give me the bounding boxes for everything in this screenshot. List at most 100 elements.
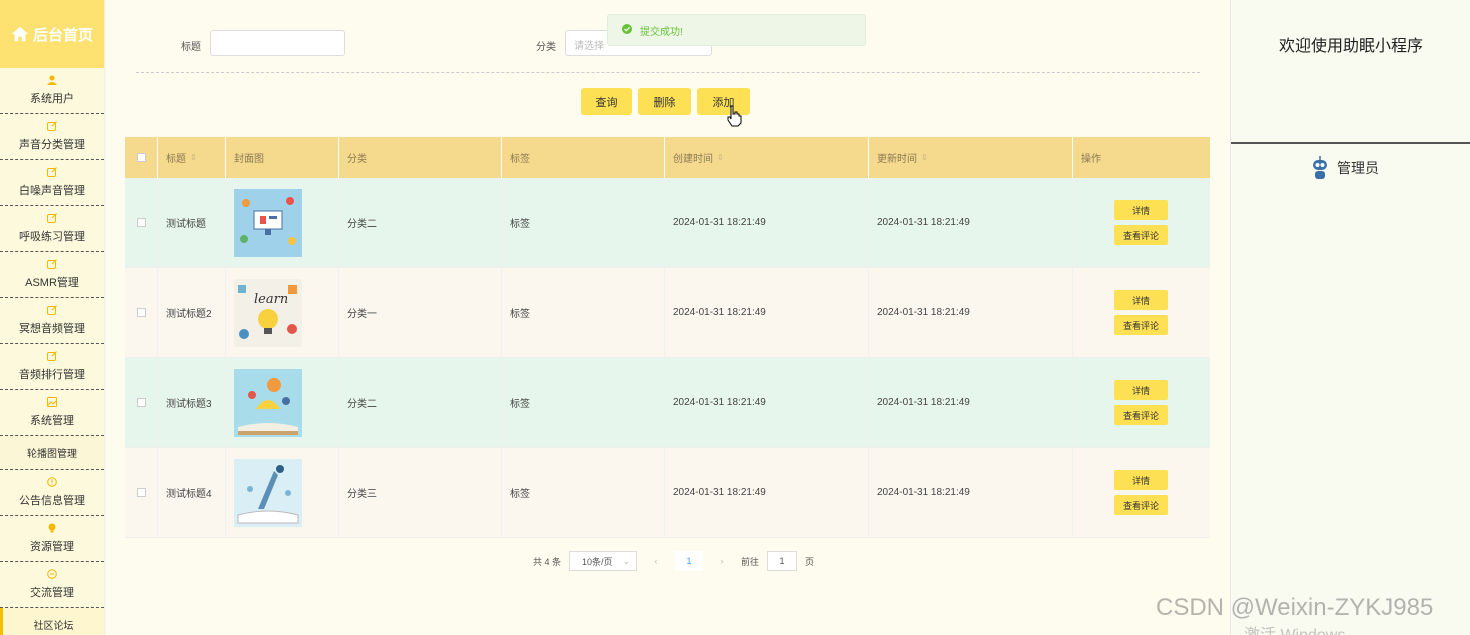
cell-category: 分类二	[339, 178, 502, 267]
sidebar: 后台首页 系统用户 声音分类管理 白噪声音管理 呼吸练习管理 ASMR管理 冥想…	[0, 0, 105, 635]
sidebar-item-users[interactable]: 系统用户	[0, 68, 104, 114]
sidebar-item-label: 资源管理	[30, 541, 74, 553]
sidebar-item-breathing[interactable]: 呼吸练习管理	[0, 206, 104, 252]
view-comments-button[interactable]: 查看评论	[1114, 495, 1168, 515]
sidebar-item-label: 系统用户	[30, 93, 74, 105]
cell-title: 测试标题	[158, 178, 226, 267]
bulb-icon	[47, 523, 57, 533]
detail-button[interactable]: 详情	[1114, 290, 1168, 310]
cover-image: learn	[226, 268, 339, 357]
page-size-select[interactable]: 10条/页 ⌄	[569, 551, 638, 571]
row-checkbox[interactable]	[136, 488, 146, 497]
edit-icon	[47, 351, 57, 361]
header-cover: 封面图	[226, 137, 339, 178]
cell-category: 分类三	[339, 448, 502, 537]
view-comments-button[interactable]: 查看评论	[1114, 315, 1168, 335]
home-link[interactable]: 后台首页	[0, 0, 104, 68]
cell-created: 2024-01-31 18:21:49	[665, 268, 869, 357]
chevron-left-icon: ‹	[654, 556, 658, 566]
sidebar-item-label: 呼吸练习管理	[19, 231, 85, 243]
sidebar-item-meditation[interactable]: 冥想音频管理	[0, 298, 104, 344]
sort-icon[interactable]: ⇕	[190, 153, 197, 162]
sidebar-subitem-carousel[interactable]: 轮播图管理	[0, 436, 104, 470]
sort-icon[interactable]: ⇕	[717, 153, 724, 162]
query-button[interactable]: 查询	[581, 88, 632, 115]
cell-actions: 详情 查看评论	[1073, 178, 1210, 267]
header-label: 封面图	[234, 154, 264, 165]
sidebar-item-label: ASMR管理	[25, 277, 79, 289]
admin-label: 管理员	[1337, 160, 1379, 176]
detail-button[interactable]: 详情	[1114, 380, 1168, 400]
delete-button[interactable]: 删除	[638, 88, 691, 115]
header-updated[interactable]: 更新时间 ⇕	[869, 137, 1073, 178]
header-title[interactable]: 标题 ⇕	[158, 137, 226, 178]
cover-image	[226, 448, 339, 537]
header-label: 分类	[347, 154, 367, 165]
table-row: 测试标题2 learn 分类一 标签 2024-01-31 18:21:49 2…	[125, 268, 1210, 358]
cell-updated: 2024-01-31 18:21:49	[869, 178, 1073, 267]
sidebar-subitem-label: 社区论坛	[33, 620, 74, 632]
row-checkbox[interactable]	[136, 398, 146, 407]
sidebar-item-white-noise[interactable]: 白噪声音管理	[0, 160, 104, 206]
header-created[interactable]: 创建时间 ⇕	[665, 137, 869, 178]
right-panel: 欢迎使用助眠小程序 管理员	[1230, 0, 1470, 635]
table-row: 测试标题 分类二 标签 2024-01-31 18:21:49 2024-01-…	[125, 178, 1210, 268]
cell-tag: 标签	[502, 178, 665, 267]
sidebar-item-label: 交流管理	[30, 587, 74, 599]
row-checkbox[interactable]	[136, 308, 146, 317]
goto-page-input[interactable]: 1	[767, 551, 798, 571]
sidebar-item-ranking[interactable]: 音频排行管理	[0, 344, 104, 390]
view-comments-button[interactable]: 查看评论	[1114, 405, 1168, 425]
cell-created: 2024-01-31 18:21:49	[665, 178, 869, 267]
sidebar-item-label: 系统管理	[30, 415, 74, 427]
header-actions: 操作	[1073, 137, 1210, 178]
cover-image	[226, 178, 339, 267]
image-icon	[47, 397, 57, 407]
windows-activation-watermark: 激活 Windows	[1244, 621, 1345, 635]
chat-icon	[47, 569, 57, 579]
view-comments-button[interactable]: 查看评论	[1114, 225, 1168, 245]
detail-button[interactable]: 详情	[1114, 200, 1168, 220]
header-select-all[interactable]	[125, 137, 158, 178]
sidebar-item-notice[interactable]: 公告信息管理	[0, 470, 104, 516]
sidebar-item-system[interactable]: 系统管理	[0, 390, 104, 436]
header-label: 标签	[510, 154, 530, 165]
divider	[136, 72, 1200, 73]
edit-icon	[47, 305, 57, 315]
sidebar-item-label: 声音分类管理	[19, 139, 85, 151]
sidebar-item-resources[interactable]: 资源管理	[0, 516, 104, 562]
cell-created: 2024-01-31 18:21:49	[665, 358, 869, 447]
edit-icon	[47, 167, 57, 177]
title-input[interactable]	[210, 30, 345, 56]
admin-user[interactable]: 管理员	[1311, 156, 1379, 180]
cell-actions: 详情 查看评论	[1073, 268, 1210, 357]
pagination: 共 4 条 10条/页 ⌄ ‹ 1 › 前往 1 页	[533, 551, 814, 571]
prev-page-button[interactable]: ‹	[645, 551, 668, 571]
cell-updated: 2024-01-31 18:21:49	[869, 448, 1073, 537]
divider	[1231, 142, 1470, 144]
checkbox[interactable]	[136, 153, 146, 162]
add-button[interactable]: 添加	[697, 88, 750, 115]
sidebar-item-label: 音频排行管理	[19, 369, 85, 381]
cover-image	[226, 358, 339, 447]
svg-text:learn: learn	[254, 292, 288, 307]
sidebar-subitem-forum[interactable]: 社区论坛	[0, 608, 104, 635]
detail-button[interactable]: 详情	[1114, 470, 1168, 490]
sort-icon[interactable]: ⇕	[921, 153, 928, 162]
brand-label: 后台首页	[32, 26, 93, 44]
chevron-right-icon: ›	[720, 556, 724, 566]
page-number[interactable]: 1	[675, 551, 704, 571]
sidebar-item-asmr[interactable]: ASMR管理	[0, 252, 104, 298]
table-header: 标题 ⇕ 封面图 分类 标签 创建时间 ⇕ 更新时间 ⇕ 操作	[125, 137, 1210, 178]
cell-updated: 2024-01-31 18:21:49	[869, 358, 1073, 447]
edit-icon	[47, 121, 57, 131]
sidebar-item-label: 白噪声音管理	[19, 185, 85, 197]
header-tag: 标签	[502, 137, 665, 178]
cell-title: 测试标题3	[158, 358, 226, 447]
goto-label: 前往	[741, 556, 760, 567]
sidebar-item-communication[interactable]: 交流管理	[0, 562, 104, 608]
edit-icon	[47, 213, 57, 223]
next-page-button[interactable]: ›	[711, 551, 734, 571]
row-checkbox[interactable]	[136, 218, 146, 227]
sidebar-item-sound-category[interactable]: 声音分类管理	[0, 114, 104, 160]
